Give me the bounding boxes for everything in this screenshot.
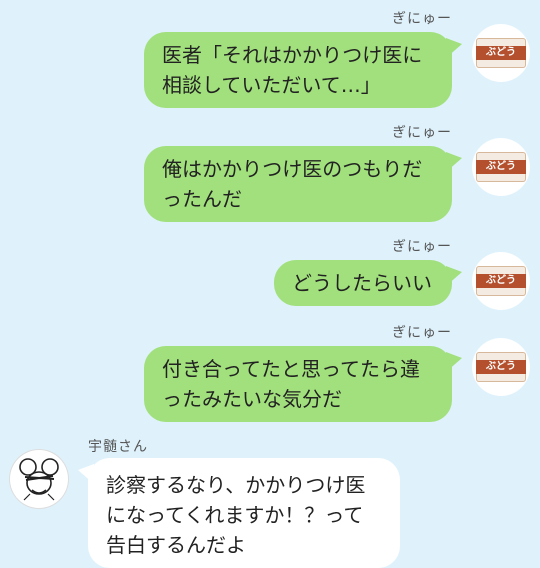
snack-package-icon: ぶどう: [476, 38, 526, 68]
avatar[interactable]: ぶどう: [472, 138, 530, 196]
chat-message-outgoing: ぎにゅー 俺はかかりつけ医のつもりだ ったんだ ぶどう: [0, 122, 540, 232]
snack-package-icon: ぶどう: [476, 266, 526, 296]
chat-message-outgoing: ぎにゅー 医者「それはかかりつけ医に 相談していただいて…」 ぶどう: [0, 8, 540, 118]
message-bubble[interactable]: どうしたらいい: [274, 260, 452, 306]
message-bubble[interactable]: 俺はかかりつけ医のつもりだ ったんだ: [144, 146, 452, 222]
avatar[interactable]: ぶどう: [472, 338, 530, 396]
chat-message-outgoing: ぎにゅー 付き合ってたと思ってたら違 ったみたいな気分だ ぶどう: [0, 322, 540, 432]
chat-message-incoming: 宇髄さん 診察するなり、かかりつけ医 になってくれますか！？って 告白するんだよ: [0, 436, 540, 568]
sender-name: ぎにゅー: [392, 125, 452, 141]
avatar[interactable]: [10, 450, 68, 508]
message-bubble[interactable]: 診察するなり、かかりつけ医 になってくれますか！？って 告白するんだよ: [88, 458, 400, 568]
message-bubble[interactable]: 医者「それはかかりつけ医に 相談していただいて…」: [144, 32, 452, 108]
sender-name: ぎにゅー: [392, 325, 452, 341]
sender-name: ぎにゅー: [392, 11, 452, 27]
snack-package-icon: ぶどう: [476, 352, 526, 382]
avatar[interactable]: ぶどう: [472, 252, 530, 310]
snack-package-icon: ぶどう: [476, 152, 526, 182]
message-bubble[interactable]: 付き合ってたと思ってたら違 ったみたいな気分だ: [144, 346, 452, 422]
sender-name: 宇髄さん: [88, 439, 148, 455]
avatar[interactable]: ぶどう: [472, 24, 530, 82]
mouse-doodle-icon: [19, 458, 59, 501]
sender-name: ぎにゅー: [392, 239, 452, 255]
chat-message-outgoing: ぎにゅー どうしたらいい ぶどう: [0, 236, 540, 316]
